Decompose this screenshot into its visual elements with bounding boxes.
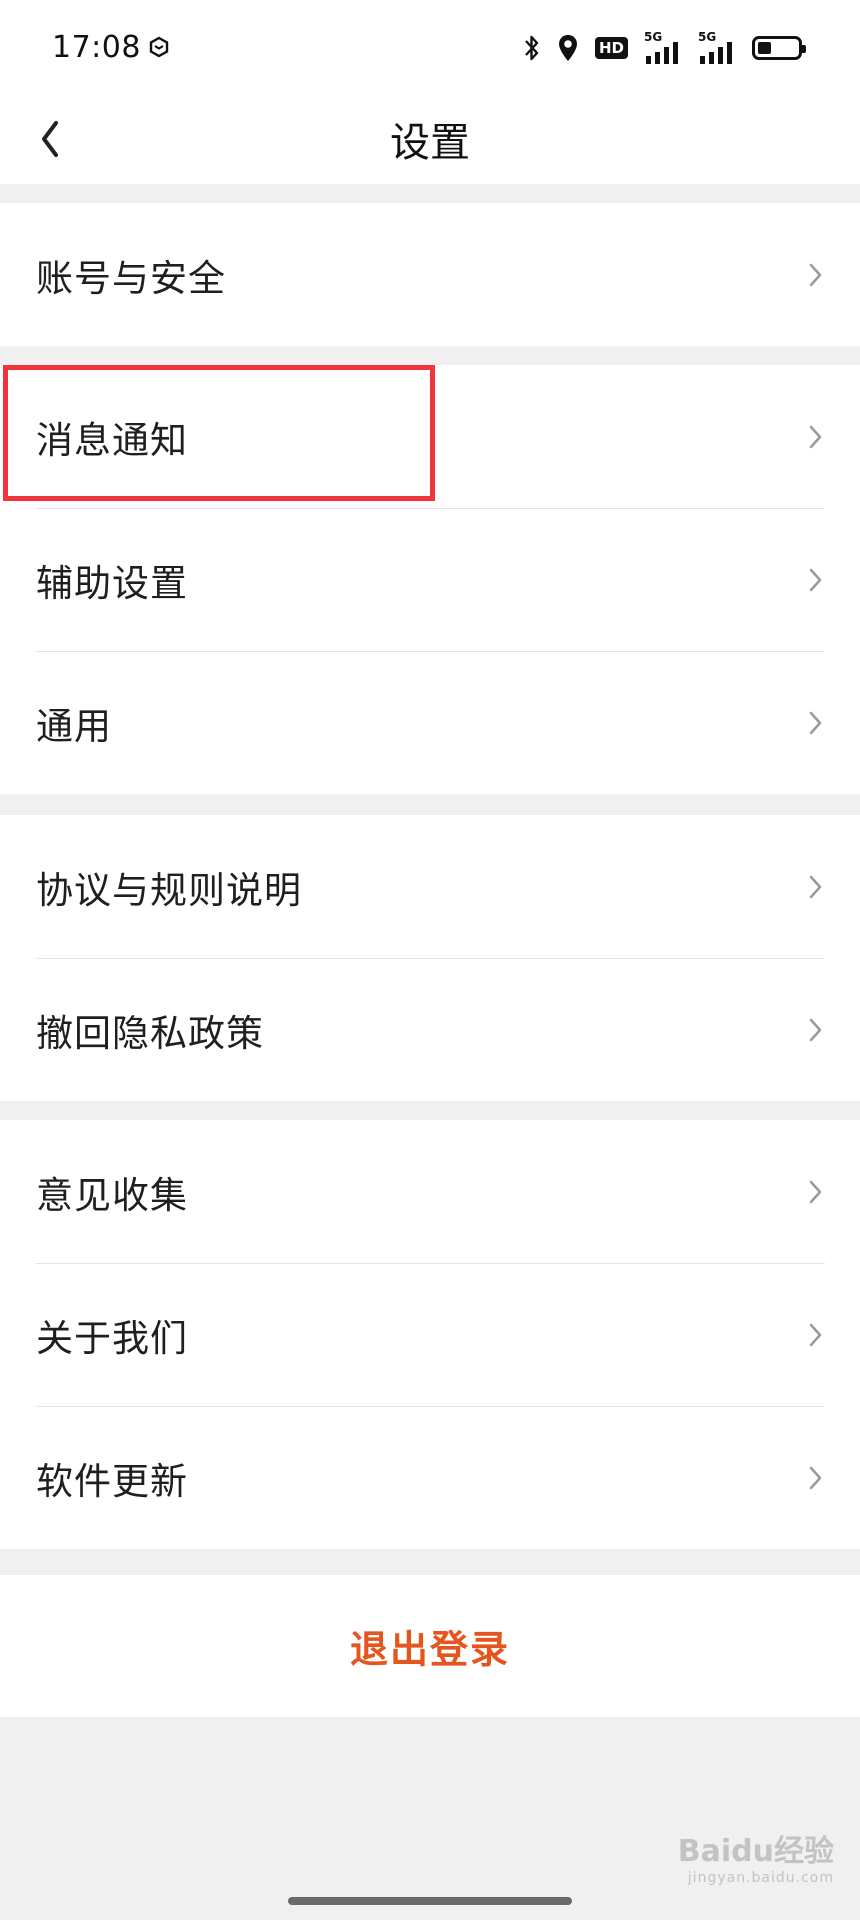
row-label: 消息通知 xyxy=(36,418,188,462)
status-icons: HD 5G 5G xyxy=(523,30,806,66)
chevron-right-icon xyxy=(809,1018,822,1041)
watermark-main: Baidu经验 xyxy=(677,1834,834,1869)
app-notification-icon xyxy=(149,36,169,58)
watermark-sub: jingyan.baidu.com xyxy=(687,1870,834,1886)
battery-level xyxy=(758,42,771,54)
location-icon xyxy=(558,35,577,61)
chevron-right-icon xyxy=(809,568,822,591)
row-message-notification[interactable]: 消息通知 xyxy=(0,365,860,508)
baidu-jingyan-watermark: Baidu经验 jingyan.baidu.com xyxy=(678,1826,834,1886)
row-accessibility-settings[interactable]: 辅助设置 xyxy=(0,508,860,651)
status-bar: 17:08 HD 5G 5G xyxy=(0,0,860,96)
settings-group-about: 意见收集 关于我们 软件更新 xyxy=(0,1120,860,1549)
row-agreements-rules[interactable]: 协议与规则说明 xyxy=(0,815,860,958)
chevron-right-icon xyxy=(809,1180,822,1203)
chevron-right-icon xyxy=(809,1323,822,1346)
row-feedback[interactable]: 意见收集 xyxy=(0,1120,860,1263)
row-label: 软件更新 xyxy=(36,1459,188,1503)
row-label: 协议与规则说明 xyxy=(36,868,302,912)
row-about-us[interactable]: 关于我们 xyxy=(0,1263,860,1406)
chevron-right-icon xyxy=(809,711,822,734)
row-label: 撤回隐私政策 xyxy=(36,1011,264,1055)
chevron-right-icon xyxy=(809,875,822,898)
chevron-right-icon xyxy=(809,425,822,448)
row-label: 通用 xyxy=(36,704,112,748)
home-indicator[interactable] xyxy=(288,1897,572,1905)
page-title: 设置 xyxy=(390,120,470,166)
settings-group-general: 消息通知 辅助设置 通用 xyxy=(0,365,860,794)
row-general[interactable]: 通用 xyxy=(0,651,860,794)
row-software-update[interactable]: 软件更新 xyxy=(0,1406,860,1549)
settings-group-account: 账号与安全 xyxy=(0,203,860,346)
chevron-right-icon xyxy=(809,263,822,286)
row-label: 账号与安全 xyxy=(36,256,226,300)
status-time: 17:08 xyxy=(52,30,141,65)
settings-group-privacy: 协议与规则说明 撤回隐私政策 xyxy=(0,815,860,1101)
row-revoke-privacy-policy[interactable]: 撤回隐私政策 xyxy=(0,958,860,1101)
settings-screen: 17:08 HD 5G 5G 设置 账号与安全 消息通知 辅助设置 通用 协议与… xyxy=(0,0,860,1920)
signal-5g-icon: 5G xyxy=(644,30,682,64)
logout-label: 退出登录 xyxy=(349,1627,510,1672)
row-account-security[interactable]: 账号与安全 xyxy=(0,203,860,346)
row-label: 关于我们 xyxy=(36,1316,188,1360)
nav-bar: 设置 xyxy=(0,96,860,184)
hd-voice-icon: HD xyxy=(594,37,628,59)
bluetooth-icon xyxy=(525,35,539,61)
signal-5g-icon-2: 5G xyxy=(698,30,736,64)
chevron-right-icon xyxy=(809,1466,822,1489)
logout-button[interactable]: 退出登录 xyxy=(0,1575,860,1717)
row-label: 辅助设置 xyxy=(36,561,188,605)
battery-icon xyxy=(752,36,806,60)
row-label: 意见收集 xyxy=(36,1173,188,1217)
